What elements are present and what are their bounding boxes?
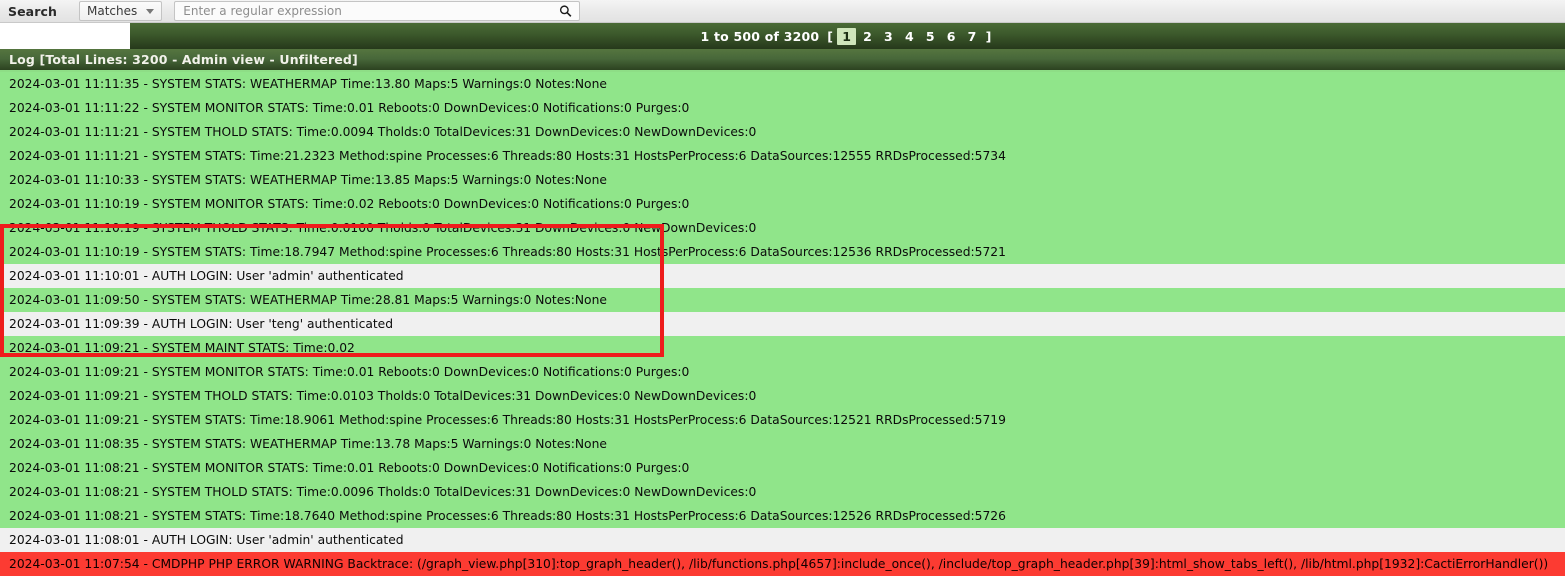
match-mode-dropdown[interactable]: Matches [79,1,163,21]
search-input-wrapper[interactable] [174,1,581,21]
search-input[interactable] [175,2,580,20]
pagination-page-6[interactable]: 6 [942,28,961,45]
log-row: 2024-03-01 11:08:21 - SYSTEM MONITOR STA… [0,456,1565,480]
search-label: Search [8,3,57,19]
pagination-page-1[interactable]: 1 [837,27,857,45]
log-table: 2024-03-01 11:11:35 - SYSTEM STATS: WEAT… [0,72,1565,576]
log-row: 2024-03-01 11:11:22 - SYSTEM MONITOR STA… [0,96,1565,120]
log-row: 2024-03-01 11:08:21 - SYSTEM STATS: Time… [0,504,1565,528]
log-row: 2024-03-01 11:10:01 - AUTH LOGIN: User '… [0,264,1565,288]
log-row: 2024-03-01 11:10:19 - SYSTEM THOLD STATS… [0,216,1565,240]
log-row: 2024-03-01 11:10:19 - SYSTEM MONITOR STA… [0,192,1565,216]
chevron-down-icon [146,8,155,14]
log-row: 2024-03-01 11:10:33 - SYSTEM STATS: WEAT… [0,168,1565,192]
log-row: 2024-03-01 11:11:21 - SYSTEM STATS: Time… [0,144,1565,168]
pagination-page-2[interactable]: 2 [858,28,877,45]
log-row: 2024-03-01 11:08:35 - SYSTEM STATS: WEAT… [0,432,1565,456]
pagination-summary: 1 to 500 of 3200 [700,28,820,44]
pagination-page-5[interactable]: 5 [921,28,940,45]
pagination-page-7[interactable]: 7 [963,28,982,45]
log-row: 2024-03-01 11:10:19 - SYSTEM STATS: Time… [0,240,1565,264]
log-row: 2024-03-01 11:08:01 - AUTH LOGIN: User '… [0,528,1565,552]
log-row: 2024-03-01 11:09:21 - SYSTEM THOLD STATS… [0,384,1565,408]
pagination-page-4[interactable]: 4 [900,28,919,45]
search-icon[interactable] [559,5,572,18]
match-mode-label: Matches [87,4,138,18]
log-header-title: Log [Total Lines: 3200 - Admin view - Un… [9,52,358,67]
log-row: 2024-03-01 11:07:54 - CMDPHP PHP ERROR W… [0,552,1565,576]
log-row: 2024-03-01 11:09:21 - SYSTEM MONITOR STA… [0,360,1565,384]
pagination-page-3[interactable]: 3 [879,28,898,45]
search-toolbar: Search Matches [0,0,1565,23]
log-row: 2024-03-01 11:09:50 - SYSTEM STATS: WEAT… [0,288,1565,312]
log-row: 2024-03-01 11:11:35 - SYSTEM STATS: WEAT… [0,72,1565,96]
pagination-close-bracket: ] [985,28,992,44]
log-row: 2024-03-01 11:08:21 - SYSTEM THOLD STATS… [0,480,1565,504]
pagination-open-bracket: [ [827,28,834,44]
log-header: Log [Total Lines: 3200 - Admin view - Un… [0,49,1565,72]
log-row: 2024-03-01 11:09:21 - SYSTEM MAINT STATS… [0,336,1565,360]
pagination-page-list: 1234567 [836,27,982,45]
log-row: 2024-03-01 11:11:21 - SYSTEM THOLD STATS… [0,120,1565,144]
log-row: 2024-03-01 11:09:21 - SYSTEM STATS: Time… [0,408,1565,432]
log-row: 2024-03-01 11:09:39 - AUTH LOGIN: User '… [0,312,1565,336]
pagination-bar: 1 to 500 of 3200 [ 1234567 ] [130,23,1565,49]
